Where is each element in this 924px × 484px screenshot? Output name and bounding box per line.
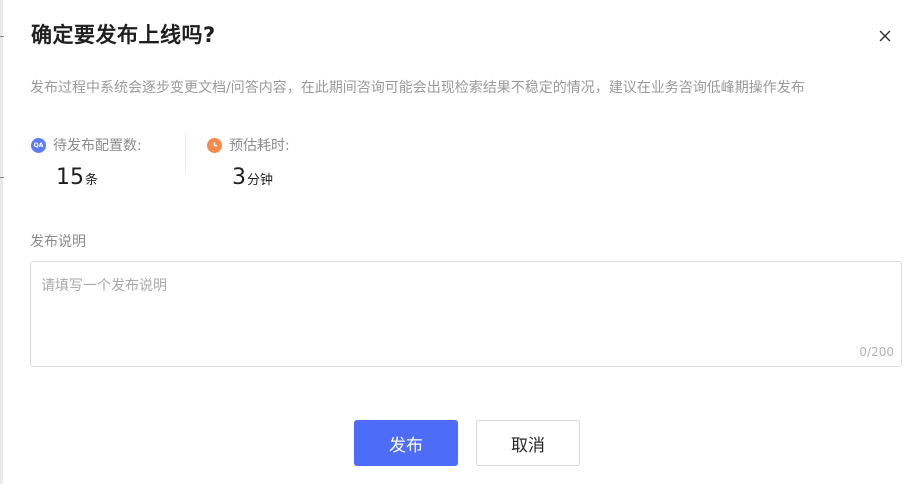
pending-configs-unit: 条 xyxy=(85,173,99,188)
estimated-time-stat: 预估耗时: 3分钟 xyxy=(207,135,290,190)
close-icon xyxy=(879,30,891,42)
publish-confirm-dialog: 确定要发布上线吗? 发布过程中系统会逐步变更文档/问答内容，在此期间咨询可能会出… xyxy=(0,0,924,484)
background-overlay-edge xyxy=(0,0,3,484)
pending-configs-value: 15 xyxy=(56,165,84,190)
character-counter: 0/200 xyxy=(859,345,894,359)
clock-icon xyxy=(207,137,222,153)
background-edge-tick xyxy=(0,177,4,178)
estimated-time-unit: 分钟 xyxy=(247,173,274,188)
cancel-button[interactable]: 取消 xyxy=(476,420,580,466)
close-button[interactable] xyxy=(874,25,896,47)
dialog-description: 发布过程中系统会逐步变更文档/问答内容，在此期间咨询可能会出现检索结果不稳定的情… xyxy=(30,80,805,96)
release-notes-field: 0/200 xyxy=(30,261,902,367)
release-notes-input[interactable] xyxy=(31,262,901,366)
background-edge-tick xyxy=(0,36,4,37)
pending-configs-label: 待发布配置数: xyxy=(53,138,142,154)
stat-divider xyxy=(185,133,186,172)
release-notes-label: 发布说明 xyxy=(30,234,86,250)
estimated-time-label: 预估耗时: xyxy=(229,138,290,154)
dialog-title: 确定要发布上线吗? xyxy=(31,23,216,47)
publish-button[interactable]: 发布 xyxy=(354,420,458,466)
qa-icon: QA xyxy=(31,137,46,153)
estimated-time-value: 3 xyxy=(232,165,246,190)
pending-configs-stat: QA 待发布配置数: 15条 xyxy=(31,135,142,190)
